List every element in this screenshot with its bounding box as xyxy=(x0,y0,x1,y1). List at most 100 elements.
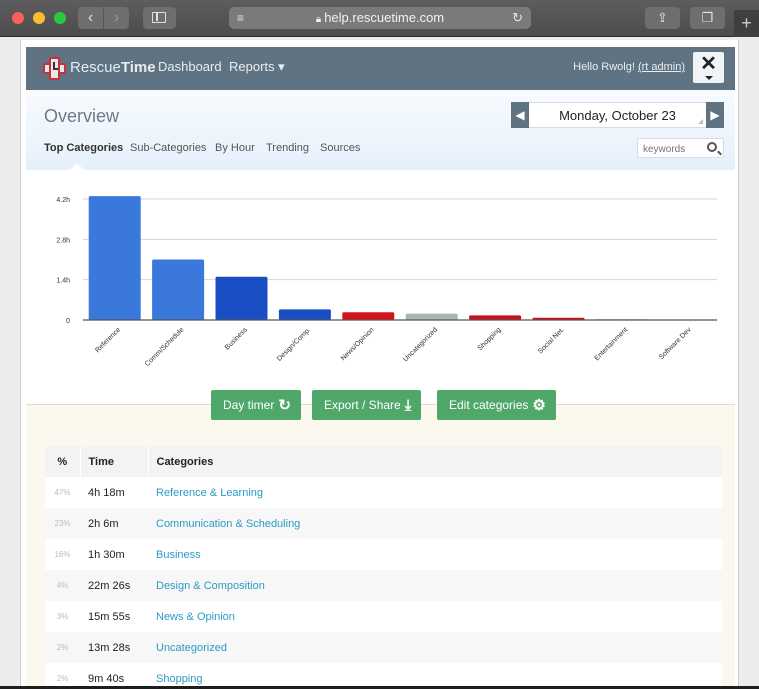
category-link[interactable]: Business xyxy=(156,549,201,561)
category-link[interactable]: Uncategorized xyxy=(156,642,227,654)
lock-icon: 🔒︎ xyxy=(315,14,322,25)
next-day-button[interactable]: ▶ xyxy=(706,102,724,128)
column-header-time[interactable]: Time xyxy=(80,446,149,477)
date-picker[interactable]: Monday, October 23 xyxy=(529,102,706,128)
url-text: help.rescuetime.com xyxy=(324,10,445,25)
row-category: Communication & Scheduling xyxy=(148,508,722,539)
chart-svg: 0 1.4h 2.8h 4.2h Reference Comm/Schedule Busin… xyxy=(56,196,717,368)
tab-sub-categories[interactable]: Sub-Categories xyxy=(130,142,206,154)
edit-categories-button[interactable]: Edit categories ⚙ xyxy=(437,390,556,420)
nav-dashboard[interactable]: Dashboard xyxy=(158,59,222,74)
category-link[interactable]: Communication & Scheduling xyxy=(156,518,300,530)
category-link[interactable]: Shopping xyxy=(156,673,203,685)
x-tick-label: Reference xyxy=(94,326,122,354)
row-time: 22m 26s xyxy=(80,570,148,601)
x-tick-label: Design/Comp. xyxy=(276,326,312,362)
category-link[interactable]: News & Opinion xyxy=(156,611,235,623)
sidebar-icon xyxy=(152,12,166,23)
address-bar[interactable]: ≡ 🔒︎ help.rescuetime.com ↻ xyxy=(229,7,531,29)
bar xyxy=(152,259,205,320)
bar xyxy=(88,196,141,320)
chevron-left-icon: ‹ xyxy=(87,9,94,26)
tools-menu-button[interactable]: ✕ xyxy=(693,52,724,83)
refresh-arrow-icon: ↻ xyxy=(278,397,291,414)
bar xyxy=(215,276,268,320)
row-time: 2h 6m xyxy=(80,508,148,539)
table-row: 3% 15m 55s News & Opinion xyxy=(45,601,722,632)
row-time: 13m 28s xyxy=(80,632,148,663)
row-category: Business xyxy=(148,539,722,570)
tab-by-hour[interactable]: By Hour xyxy=(215,142,255,154)
category-link[interactable]: Design & Composition xyxy=(156,580,265,592)
nav-reports-dropdown[interactable]: Reports ▾ xyxy=(229,59,285,75)
previous-day-button[interactable]: ◀ xyxy=(511,102,529,128)
export-share-button[interactable]: Export / Share ⤓ xyxy=(312,390,422,420)
sidebar-toggle-button[interactable] xyxy=(143,7,176,29)
chevron-right-icon: › xyxy=(113,9,120,26)
tab-sources[interactable]: Sources xyxy=(320,142,360,154)
row-time: 15m 55s xyxy=(80,601,148,632)
row-category: Reference & Learning xyxy=(148,477,722,508)
table-row: 2% 13m 28s Uncategorized xyxy=(45,632,722,663)
resize-grip-icon xyxy=(698,119,703,124)
row-time: 1h 30m xyxy=(80,539,148,570)
brand-name[interactable]: RescueTime xyxy=(70,59,156,76)
x-tick-label: Software Dev xyxy=(658,326,693,361)
bar xyxy=(278,309,331,320)
caret-down-icon xyxy=(705,76,713,80)
row-category: Uncategorized xyxy=(148,632,722,663)
gear-icon: ⚙ xyxy=(532,397,546,414)
page-title: Overview xyxy=(44,106,120,126)
tabs-icon: ❐ xyxy=(701,10,714,25)
column-header-percent[interactable]: % xyxy=(45,446,81,477)
export-share-icon: ⤓ xyxy=(404,397,412,414)
rescuetime-logo-icon[interactable] xyxy=(43,57,66,80)
categories-table: % Time Categories 47% 4h 18m Reference & L… xyxy=(45,446,722,689)
category-link[interactable]: Reference & Learning xyxy=(156,487,263,499)
share-button[interactable]: ⇪ xyxy=(645,7,680,29)
tab-top-categories[interactable]: Top Categories xyxy=(44,142,123,154)
x-tick-label: Comm/Schedule xyxy=(144,326,186,368)
row-percent: 16% xyxy=(45,539,80,570)
report-header: Overview ◀ Monday, October 23 ▶ Top Cate… xyxy=(26,90,735,171)
keyword-search xyxy=(637,138,724,159)
minimize-window-button[interactable] xyxy=(33,12,45,24)
close-window-button[interactable] xyxy=(12,12,24,24)
row-time: 4h 18m xyxy=(80,477,148,508)
category-bar-chart: 0 1.4h 2.8h 4.2h Reference Comm/Schedule Busin… xyxy=(26,175,735,405)
day-timer-button[interactable]: Day timer ↻ xyxy=(211,390,301,420)
tab-trending[interactable]: Trending xyxy=(266,142,309,154)
x-tick-label: News/Opinion xyxy=(340,326,376,362)
active-tab-pointer xyxy=(69,163,85,171)
admin-link[interactable]: (rt admin) xyxy=(638,61,685,73)
row-percent: 47% xyxy=(45,477,80,508)
search-icon[interactable] xyxy=(707,142,717,152)
arrow-right-icon: ▶ xyxy=(710,108,720,122)
reader-icon[interactable]: ≡ xyxy=(237,7,244,29)
bar xyxy=(469,315,522,320)
row-percent: 4% xyxy=(45,570,80,601)
row-category: Design & Composition xyxy=(148,570,722,601)
forward-button[interactable]: › xyxy=(104,7,129,29)
new-tab-button[interactable]: + xyxy=(734,10,759,37)
back-button[interactable]: ‹ xyxy=(78,7,103,29)
x-tick-label: Entertainment xyxy=(594,326,630,362)
reload-icon[interactable]: ↻ xyxy=(512,7,523,29)
user-greeting: Hello Rwolg! (rt admin) xyxy=(573,61,685,73)
plus-icon: + xyxy=(741,13,752,33)
web-page: RescueTime Dashboard Reports ▾ Hello Rwo… xyxy=(20,40,739,689)
table-row: 4% 22m 26s Design & Composition xyxy=(45,570,722,601)
y-tick-label: 0 xyxy=(66,318,70,325)
column-header-categories[interactable]: Categories xyxy=(148,446,722,477)
zoom-window-button[interactable] xyxy=(54,12,66,24)
search-input[interactable] xyxy=(643,140,707,159)
browser-toolbar: ‹ › ≡ 🔒︎ help.rescuetime.com ↻ ⇪ ❐ + xyxy=(0,0,759,37)
x-tick-label: Business xyxy=(224,326,249,351)
row-percent: 3% xyxy=(45,601,80,632)
top-nav: RescueTime Dashboard Reports ▾ Hello Rwo… xyxy=(26,47,735,90)
tools-icon: ✕ xyxy=(700,53,717,75)
bar xyxy=(405,313,458,320)
show-tabs-button[interactable]: ❐ xyxy=(690,7,725,29)
x-tick-label: Uncategorized xyxy=(402,326,439,363)
bar xyxy=(342,312,395,320)
